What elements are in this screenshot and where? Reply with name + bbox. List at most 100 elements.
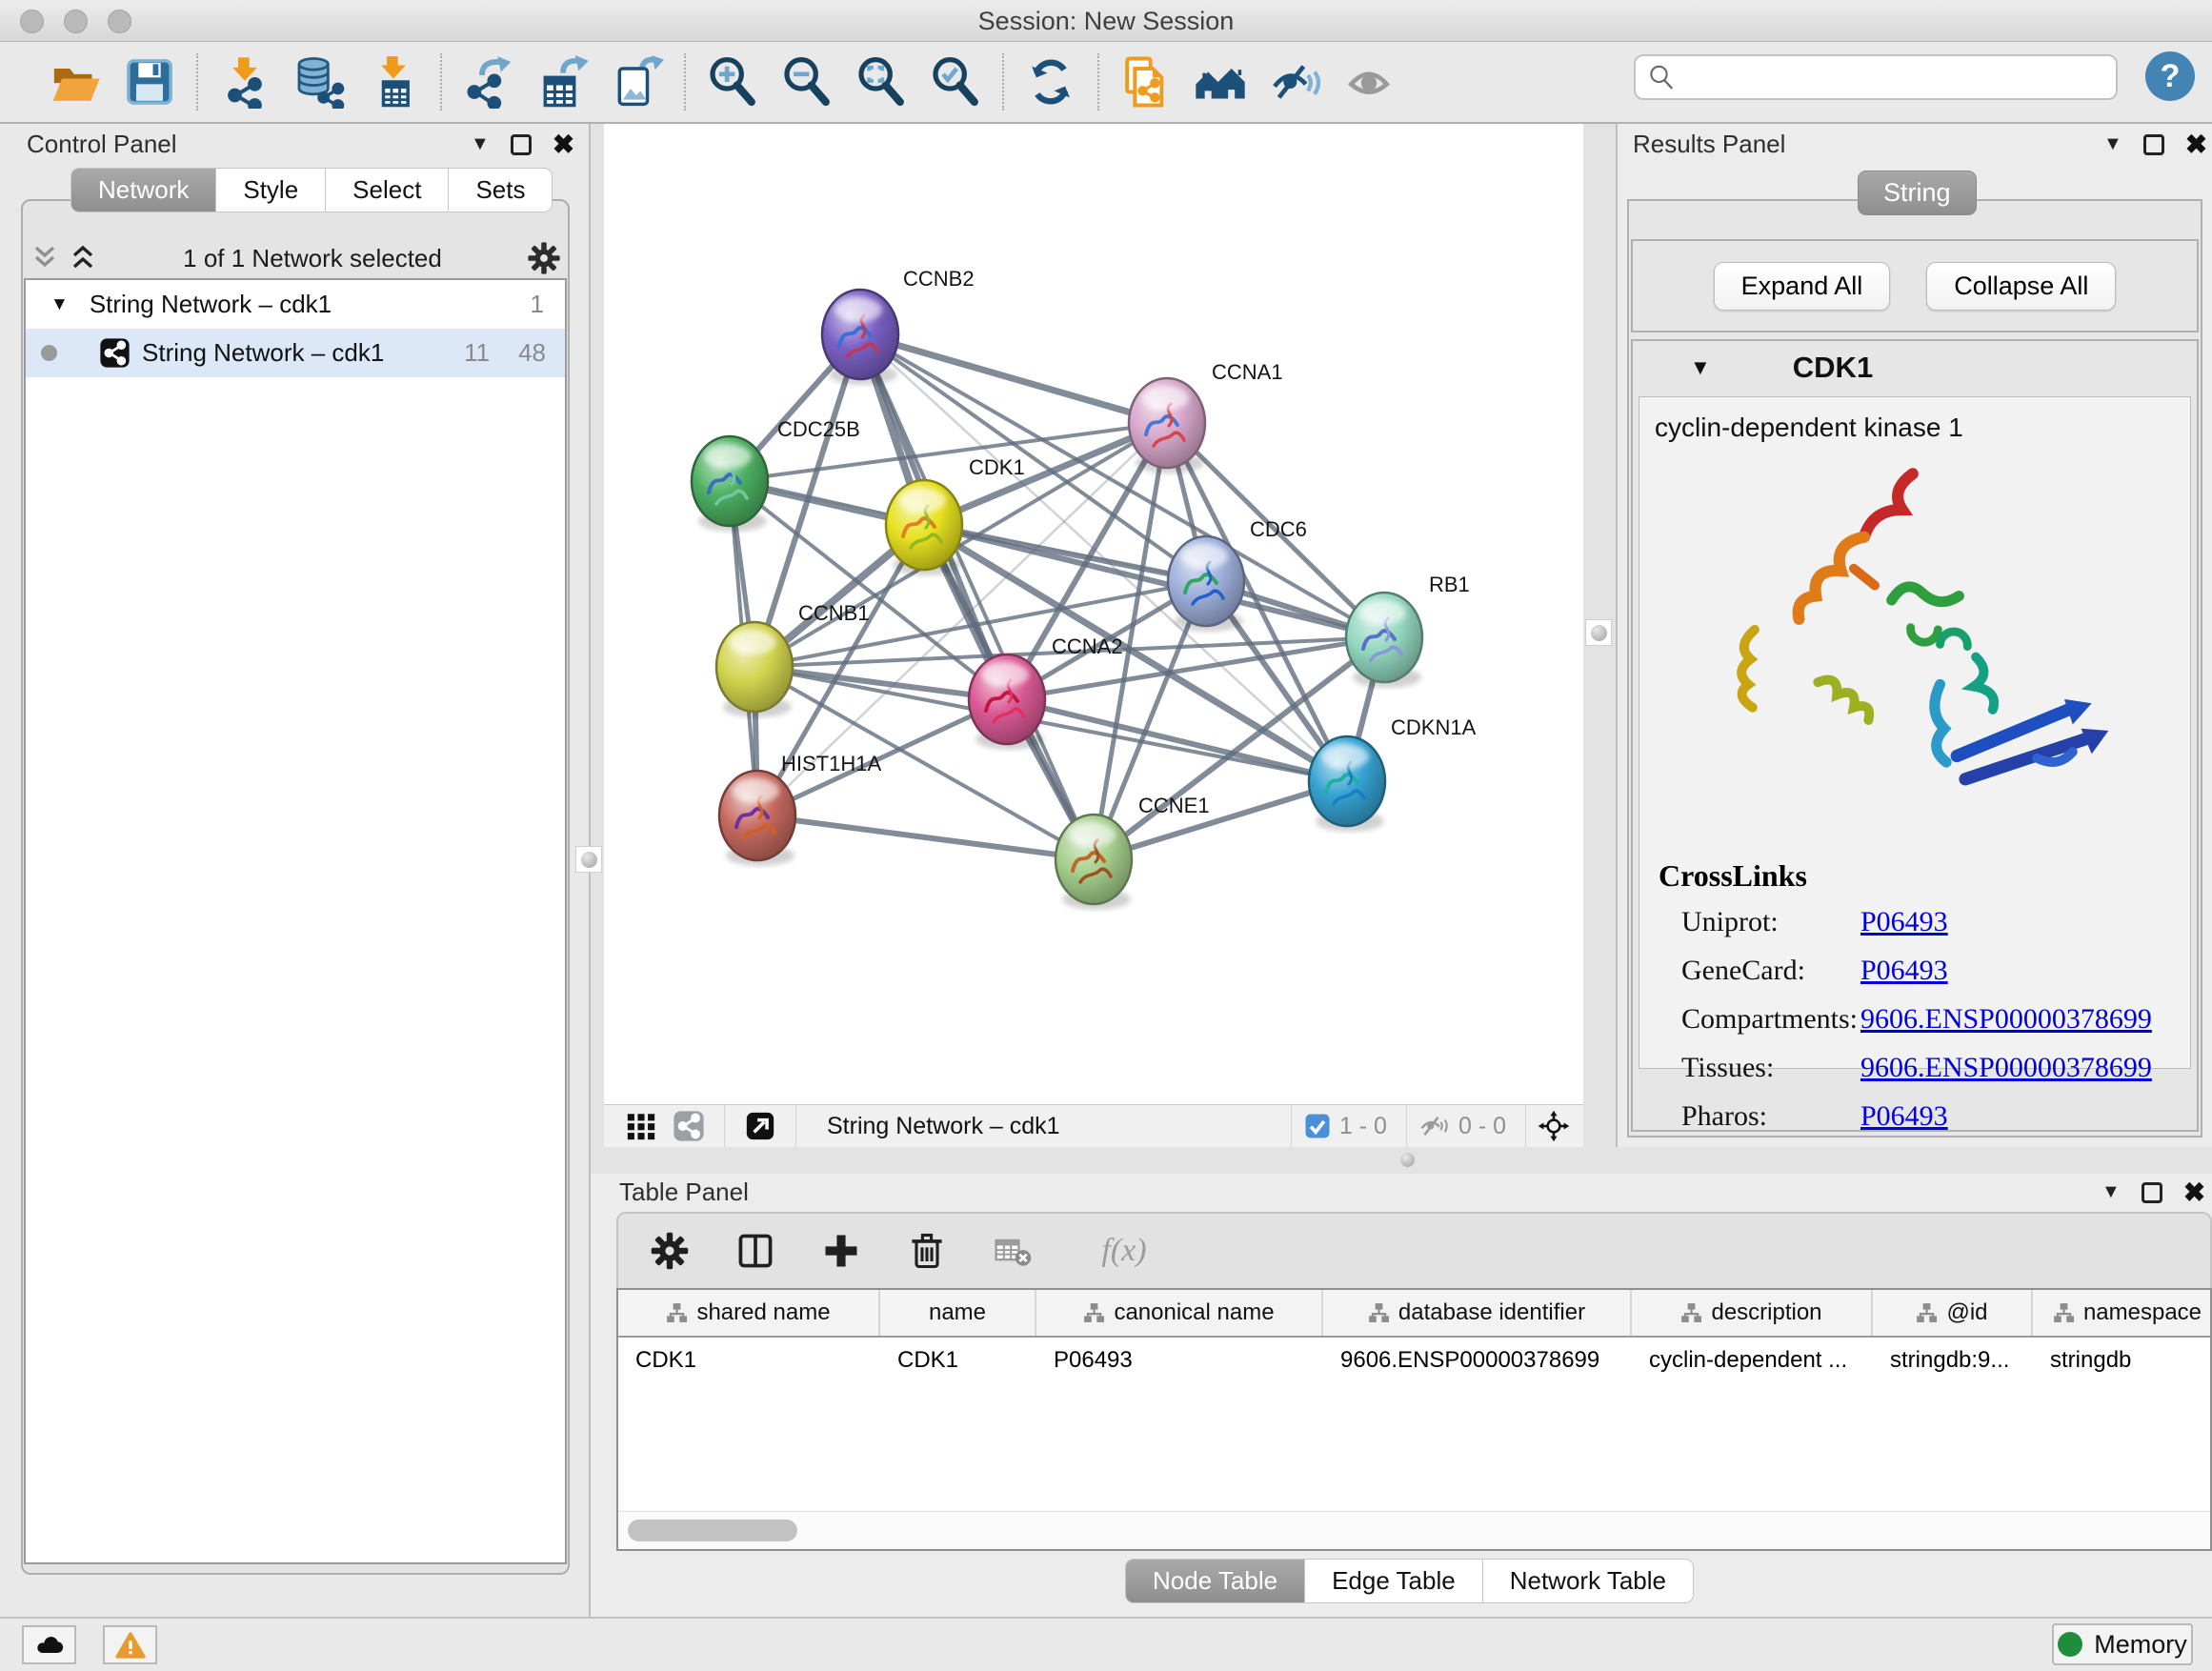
results-panel-float-icon[interactable]: ▼ bbox=[2103, 133, 2122, 155]
open-session-button[interactable] bbox=[38, 45, 112, 119]
column-header-shared-name[interactable]: shared name bbox=[618, 1290, 880, 1336]
help-button[interactable]: ? bbox=[2145, 51, 2195, 101]
selected-checkbox-icon[interactable] bbox=[1303, 1112, 1332, 1140]
column-header-description[interactable]: description bbox=[1632, 1290, 1873, 1336]
network-node-CCNB1[interactable] bbox=[716, 622, 793, 717]
tab-edge-table[interactable]: Edge Table bbox=[1305, 1559, 1483, 1603]
create-column-button[interactable] bbox=[814, 1224, 868, 1278]
horizontal-splitter-handle[interactable] bbox=[1400, 1153, 1415, 1167]
tab-string[interactable]: String bbox=[1858, 171, 1977, 215]
table-panel-undock-icon[interactable] bbox=[2142, 1182, 2162, 1203]
import-table-file-button[interactable] bbox=[356, 45, 431, 119]
crosslink-link[interactable]: 9606.ENSP00000378699 bbox=[1860, 1003, 2152, 1036]
table-options-button[interactable] bbox=[643, 1224, 696, 1278]
tree-collapse-caret-icon[interactable]: ▼ bbox=[50, 294, 69, 315]
export-network-button[interactable] bbox=[452, 45, 526, 119]
control-panel-close-icon[interactable]: ✖ bbox=[553, 134, 574, 155]
left-splitter[interactable] bbox=[591, 124, 604, 1147]
tab-select[interactable]: Select bbox=[326, 168, 449, 212]
network-node-CDC6[interactable] bbox=[1168, 536, 1244, 632]
import-network-file-button[interactable] bbox=[208, 45, 282, 119]
column-header-name[interactable]: name bbox=[880, 1290, 1036, 1336]
column-header-canonical-name[interactable]: canonical name bbox=[1036, 1290, 1323, 1336]
network-node-CCNA2[interactable] bbox=[969, 654, 1045, 750]
warning-status-button[interactable] bbox=[103, 1625, 157, 1664]
hscrollbar-thumb[interactable] bbox=[628, 1520, 797, 1541]
tab-node-table[interactable]: Node Table bbox=[1125, 1559, 1305, 1603]
results-panel-close-icon[interactable]: ✖ bbox=[2185, 134, 2207, 155]
zoom-selected-button[interactable] bbox=[918, 45, 993, 119]
zoom-out-button[interactable] bbox=[770, 45, 844, 119]
network-edge-CCNB2-CCNA1[interactable] bbox=[860, 334, 1167, 423]
table-row[interactable]: CDK1CDK1P064939606.ENSP00000378699cyclin… bbox=[618, 1338, 2210, 1383]
delete-column-button[interactable] bbox=[900, 1224, 954, 1278]
tab-network-table[interactable]: Network Table bbox=[1483, 1559, 1694, 1603]
function-builder-button[interactable]: f(x) bbox=[1072, 1224, 1176, 1278]
duplicate-network-view-button[interactable] bbox=[1109, 45, 1183, 119]
network-tree-item-row[interactable]: String Network – cdk1 11 48 bbox=[26, 329, 565, 377]
network-node-CDK1[interactable] bbox=[886, 480, 962, 575]
column-header-@id[interactable]: @id bbox=[1873, 1290, 2033, 1336]
table-cell[interactable]: CDK1 bbox=[880, 1338, 1036, 1383]
network-edge-CCNA1-CCNB1[interactable] bbox=[754, 423, 1167, 667]
table-panel-close-icon[interactable]: ✖ bbox=[2183, 1182, 2205, 1203]
control-panel-float-icon[interactable]: ▼ bbox=[471, 133, 490, 155]
control-panel-undock-icon[interactable] bbox=[511, 134, 532, 155]
collapse-all-icon[interactable] bbox=[29, 244, 61, 272]
table-hscrollbar[interactable] bbox=[618, 1511, 2210, 1549]
network-node-CCNA1[interactable] bbox=[1129, 378, 1205, 473]
table-cell[interactable]: stringdb:9... bbox=[1873, 1338, 2033, 1383]
export-table-button[interactable] bbox=[526, 45, 600, 119]
network-tree-root-row[interactable]: ▼ String Network – cdk1 1 bbox=[26, 280, 565, 329]
right-splitter-handle[interactable] bbox=[1585, 619, 1612, 646]
crosslink-link[interactable]: P06493 bbox=[1860, 955, 1948, 987]
birdseye-grid-button[interactable] bbox=[617, 1110, 665, 1142]
refresh-view-button[interactable] bbox=[1014, 45, 1088, 119]
show-view-button[interactable] bbox=[1332, 45, 1406, 119]
table-cell[interactable]: CDK1 bbox=[618, 1338, 880, 1383]
tab-style[interactable]: Style bbox=[216, 168, 326, 212]
expand-all-button[interactable]: Expand All bbox=[1714, 262, 1891, 311]
network-node-HIST1H1A[interactable] bbox=[719, 771, 795, 866]
column-header-database-identifier[interactable]: database identifier bbox=[1323, 1290, 1632, 1336]
save-session-button[interactable] bbox=[112, 45, 187, 119]
horizontal-splitter[interactable] bbox=[591, 1147, 2212, 1174]
network-edge-CCNE1-HIST1H1A[interactable] bbox=[757, 815, 1094, 859]
table-cell[interactable]: cyclin-dependent ... bbox=[1632, 1338, 1873, 1383]
table-cell[interactable]: P06493 bbox=[1036, 1338, 1323, 1383]
network-edge-CCNB2-CCNE1[interactable] bbox=[860, 334, 1094, 859]
gene-collapse-caret-icon[interactable]: ▼ bbox=[1690, 355, 1711, 380]
tab-sets[interactable]: Sets bbox=[449, 168, 553, 212]
expand-all-icon[interactable] bbox=[67, 244, 99, 272]
results-panel-undock-icon[interactable] bbox=[2143, 134, 2164, 155]
table-cell[interactable]: stringdb bbox=[2033, 1338, 2212, 1383]
detach-view-button[interactable] bbox=[736, 1110, 784, 1142]
show-column-selector-button[interactable] bbox=[729, 1224, 782, 1278]
network-canvas[interactable]: CCNB2CCNA1CDC25BCDK1CDC6RB1CCNB1CCNA2CDK… bbox=[604, 124, 1583, 1104]
network-graph[interactable]: CCNB2CCNA1CDC25BCDK1CDC6RB1CCNB1CCNA2CDK… bbox=[604, 124, 1583, 1104]
table-panel-float-icon[interactable]: ▼ bbox=[2101, 1181, 2121, 1203]
show-all-levels-button[interactable] bbox=[1183, 45, 1257, 119]
network-node-CCNB2[interactable] bbox=[822, 290, 898, 385]
export-image-button[interactable] bbox=[600, 45, 674, 119]
collapse-all-button[interactable]: Collapse All bbox=[1926, 262, 2116, 311]
zoom-fit-button[interactable] bbox=[844, 45, 918, 119]
search-input[interactable] bbox=[1683, 58, 2116, 96]
tab-network[interactable]: Network bbox=[70, 168, 216, 212]
memory-button[interactable]: Memory bbox=[2052, 1623, 2193, 1665]
hidden-eye-slash-icon[interactable] bbox=[1418, 1112, 1451, 1140]
crosslink-link[interactable]: 9606.ENSP00000378699 bbox=[1860, 1052, 2152, 1084]
network-node-CDKN1A[interactable] bbox=[1309, 736, 1385, 832]
left-splitter-handle[interactable] bbox=[575, 846, 602, 873]
column-header-namespace[interactable]: namespace bbox=[2033, 1290, 2212, 1336]
network-node-CCNE1[interactable] bbox=[1056, 815, 1132, 910]
crosslink-link[interactable]: P06493 bbox=[1860, 906, 1948, 938]
delete-table-button[interactable] bbox=[986, 1224, 1039, 1278]
cloud-status-button[interactable] bbox=[22, 1625, 76, 1664]
zoom-in-button[interactable] bbox=[695, 45, 770, 119]
fit-content-button[interactable] bbox=[1530, 1110, 1578, 1142]
import-network-database-button[interactable] bbox=[282, 45, 356, 119]
network-options-gear-icon[interactable] bbox=[526, 240, 562, 276]
network-overview-button[interactable] bbox=[665, 1110, 713, 1142]
network-node-RB1[interactable] bbox=[1346, 593, 1422, 688]
